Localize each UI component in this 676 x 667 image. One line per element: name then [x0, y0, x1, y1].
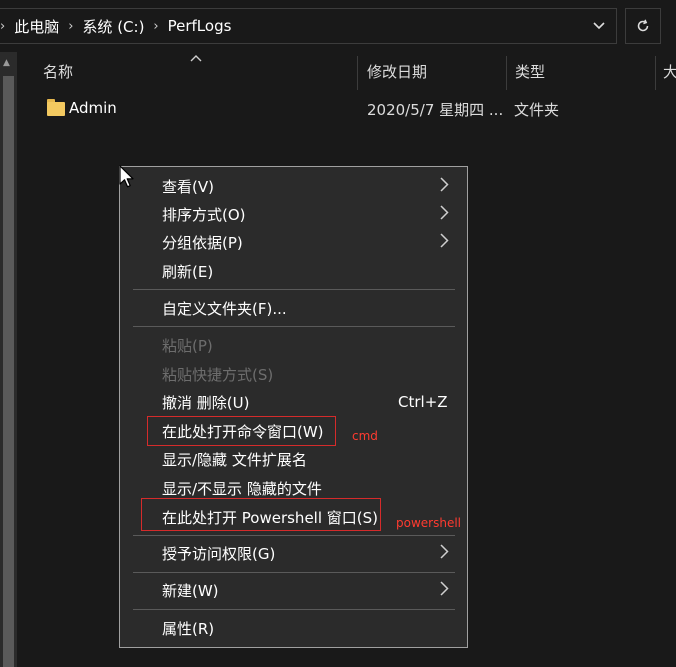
breadcrumb-separator-icon[interactable]: ›	[0, 19, 5, 34]
scrollbar-thumb[interactable]	[3, 76, 14, 667]
menu-item-properties[interactable]: 属性(R)	[120, 614, 467, 642]
column-divider[interactable]	[357, 56, 358, 90]
menu-item-label: 撤消 删除(U)	[162, 393, 250, 412]
breadcrumb-item-this-pc[interactable]: 此电脑	[14, 16, 59, 37]
menu-item-label: 显示/不显示 隐藏的文件	[162, 479, 322, 498]
breadcrumb-separator-icon[interactable]: ›	[68, 19, 73, 34]
menu-item-sort-by[interactable]: 排序方式(O)	[120, 200, 467, 228]
menu-item-paste-shortcut[interactable]: 粘贴快捷方式(S)	[120, 360, 467, 388]
chevron-down-icon	[593, 22, 605, 30]
column-header-name[interactable]: 名称	[43, 52, 73, 90]
refresh-button[interactable]	[625, 8, 661, 44]
annotation-label-cmd: cmd	[352, 429, 378, 443]
refresh-icon	[637, 19, 649, 32]
menu-item-label: 授予访问权限(G)	[162, 544, 276, 563]
chevron-right-icon	[440, 176, 449, 196]
breadcrumb-item-drive-c[interactable]: 系统 (C:)	[82, 16, 144, 37]
menu-item-label: 自定义文件夹(F)...	[162, 299, 287, 318]
menu-separator	[133, 326, 455, 327]
file-name: Admin	[69, 99, 117, 117]
menu-item-undo-delete[interactable]: 撤消 删除(U) Ctrl+Z	[120, 388, 467, 416]
file-type: 文件夹	[514, 101, 560, 119]
menu-separator	[133, 535, 455, 536]
menu-item-group-by[interactable]: 分组依据(P)	[120, 228, 467, 256]
column-header-size[interactable]: 大	[663, 52, 676, 90]
column-divider[interactable]	[655, 56, 656, 90]
address-bar-area: › 此电脑 › 系统 (C:) › PerfLogs	[0, 0, 676, 52]
menu-item-give-access[interactable]: 授予访问权限(G)	[120, 539, 467, 567]
menu-item-shortcut: Ctrl+Z	[398, 393, 448, 411]
menu-item-label: 粘贴快捷方式(S)	[162, 365, 274, 384]
folder-icon	[47, 99, 65, 116]
column-divider[interactable]	[506, 56, 507, 90]
column-header-type[interactable]: 类型	[515, 52, 545, 90]
menu-separator	[133, 289, 455, 290]
scroll-up-arrow-icon[interactable]: ▲	[3, 58, 10, 68]
menu-item-label: 新建(W)	[162, 581, 219, 600]
menu-item-label: 属性(R)	[162, 619, 215, 638]
annotation-box-cmd	[147, 416, 336, 446]
annotation-label-powershell: powershell	[396, 516, 461, 530]
menu-item-customize-folder[interactable]: 自定义文件夹(F)...	[120, 294, 467, 322]
context-menu: 查看(V) 排序方式(O) 分组依据(P) 刷新(E) 自定义文件夹(F)...	[119, 166, 468, 648]
file-modified-date: 2020/5/7 星期四 ...	[367, 101, 504, 119]
menu-item-new[interactable]: 新建(W)	[120, 576, 467, 604]
menu-separator	[133, 609, 455, 610]
breadcrumb-separator-icon[interactable]: ›	[153, 19, 158, 34]
sort-ascending-icon	[190, 52, 202, 65]
annotation-box-powershell	[141, 498, 381, 531]
menu-item-label: 分组依据(P)	[162, 233, 243, 252]
file-row[interactable]: Admin 2020/5/7 星期四 ... 文件夹	[17, 92, 676, 126]
navigation-pane-scrollbar[interactable]: ▲	[0, 52, 17, 667]
menu-item-label: 粘贴(P)	[162, 336, 213, 355]
breadcrumb: › 此电脑 › 系统 (C:) › PerfLogs	[0, 9, 231, 43]
address-bar[interactable]: › 此电脑 › 系统 (C:) › PerfLogs	[0, 8, 617, 44]
menu-item-show-hide-extensions[interactable]: 显示/隐藏 文件扩展名	[120, 445, 467, 473]
menu-separator	[133, 572, 455, 573]
menu-item-label: 显示/隐藏 文件扩展名	[162, 450, 307, 469]
chevron-right-icon	[440, 580, 449, 600]
address-history-dropdown[interactable]	[588, 15, 610, 37]
menu-item-paste[interactable]: 粘贴(P)	[120, 331, 467, 359]
menu-item-refresh[interactable]: 刷新(E)	[120, 257, 467, 285]
column-header-modified[interactable]: 修改日期	[367, 52, 427, 90]
chevron-right-icon	[440, 232, 449, 252]
file-explorer-window: › 此电脑 › 系统 (C:) › PerfLogs ▲ 名称 修改日期 类型 …	[0, 0, 676, 667]
chevron-right-icon	[440, 204, 449, 224]
menu-item-label: 查看(V)	[162, 177, 214, 196]
chevron-right-icon	[440, 543, 449, 563]
menu-item-view[interactable]: 查看(V)	[120, 172, 467, 200]
breadcrumb-item-perflogs[interactable]: PerfLogs	[168, 17, 232, 35]
menu-item-label: 排序方式(O)	[162, 205, 246, 224]
mouse-pointer-icon	[119, 165, 134, 188]
menu-item-label: 刷新(E)	[162, 262, 214, 281]
